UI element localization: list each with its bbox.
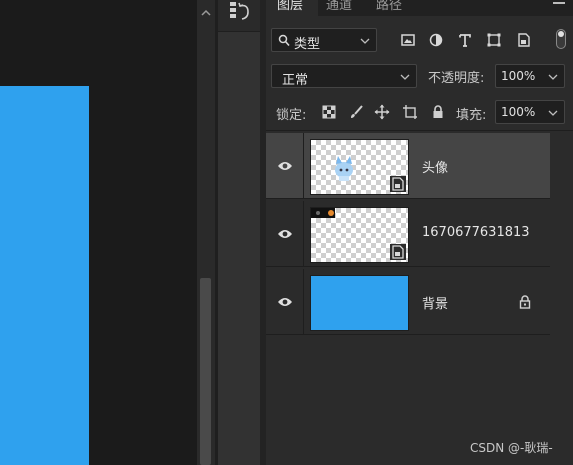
chevron-down-icon xyxy=(360,38,370,44)
layer-name[interactable]: 1670677631813 xyxy=(422,225,530,240)
collapsed-panel-strip xyxy=(218,0,260,465)
tab-layers[interactable]: 图层 xyxy=(266,0,318,16)
type-filter-icon[interactable] xyxy=(457,32,473,48)
layer-row-background[interactable]: 背景 xyxy=(266,269,550,335)
adjustment-filter-icon[interactable] xyxy=(428,32,444,48)
layer-name[interactable]: 背景 xyxy=(422,293,448,312)
fill-label: 填充: xyxy=(456,108,487,123)
fill-field[interactable]: 100% xyxy=(495,100,565,124)
scrollbar-thumb[interactable] xyxy=(200,278,211,465)
tab-channels[interactable]: 通道 xyxy=(326,0,352,16)
opacity-field[interactable]: 100% xyxy=(495,64,565,88)
image-filter-icon[interactable] xyxy=(400,32,416,48)
watermark: CSDN @-耿瑞- xyxy=(470,441,553,455)
history-icon xyxy=(230,2,249,20)
layer-filter-dropdown[interactable]: 类型 xyxy=(271,28,377,52)
eye-icon xyxy=(278,298,292,306)
document-canvas[interactable] xyxy=(0,0,197,465)
chevron-down-icon[interactable] xyxy=(548,73,558,81)
layer-name[interactable]: 头像 xyxy=(422,157,448,176)
history-panel-button[interactable] xyxy=(218,0,260,32)
shape-filter-icon[interactable] xyxy=(486,32,502,48)
lock-label: 锁定: xyxy=(276,108,307,123)
eye-icon xyxy=(278,162,292,170)
layer-thumbnail[interactable] xyxy=(310,207,409,263)
layer-row-1670677631813[interactable]: 1670677631813 xyxy=(266,201,550,267)
layers-panel: 图层 通道 路径 类型 正常 不透明度: 100% 锁定: 填充: 100% 头… xyxy=(266,0,573,465)
lock-all-icon[interactable] xyxy=(430,104,446,120)
visibility-toggle[interactable] xyxy=(266,133,304,198)
scroll-up-arrow-icon[interactable] xyxy=(200,8,212,18)
canvas-blue-fill xyxy=(0,86,89,465)
smart-object-filter-icon[interactable] xyxy=(516,32,532,48)
visibility-toggle[interactable] xyxy=(266,201,304,266)
chevron-down-icon[interactable] xyxy=(548,109,558,117)
smart-object-badge-icon xyxy=(390,244,406,260)
search-icon xyxy=(278,34,290,47)
smart-object-badge-icon xyxy=(390,176,406,192)
visibility-toggle[interactable] xyxy=(266,269,304,334)
blend-mode-dropdown[interactable]: 正常 xyxy=(271,64,417,88)
lock-transparent-pixels-icon[interactable] xyxy=(321,104,337,120)
lock-icon xyxy=(519,295,531,309)
panel-tabs: 图层 通道 路径 xyxy=(266,0,573,16)
lock-position-move-icon[interactable] xyxy=(374,104,390,120)
opacity-label: 不透明度: xyxy=(428,71,485,86)
panel-menu-icon[interactable] xyxy=(553,2,565,4)
layer-thumbnail[interactable] xyxy=(310,275,409,331)
layers-scroll-area[interactable] xyxy=(550,131,573,338)
layer-thumbnail[interactable] xyxy=(310,139,409,195)
eye-icon xyxy=(278,230,292,238)
chevron-down-icon xyxy=(400,74,410,80)
layer-row-avatar[interactable]: 头像 xyxy=(266,133,550,199)
divider xyxy=(266,130,573,131)
blend-mode-value: 正常 xyxy=(282,73,309,88)
filter-kind-value: 类型 xyxy=(294,37,321,52)
opacity-value[interactable]: 100% xyxy=(501,69,535,83)
canvas-vertical-scrollbar[interactable] xyxy=(197,0,215,465)
fill-value[interactable]: 100% xyxy=(501,105,535,119)
filter-toggle-switch[interactable] xyxy=(556,29,566,49)
lock-artboard-icon[interactable] xyxy=(402,104,418,120)
tab-paths[interactable]: 路径 xyxy=(376,0,402,16)
lock-image-pixels-brush-icon[interactable] xyxy=(348,104,364,120)
